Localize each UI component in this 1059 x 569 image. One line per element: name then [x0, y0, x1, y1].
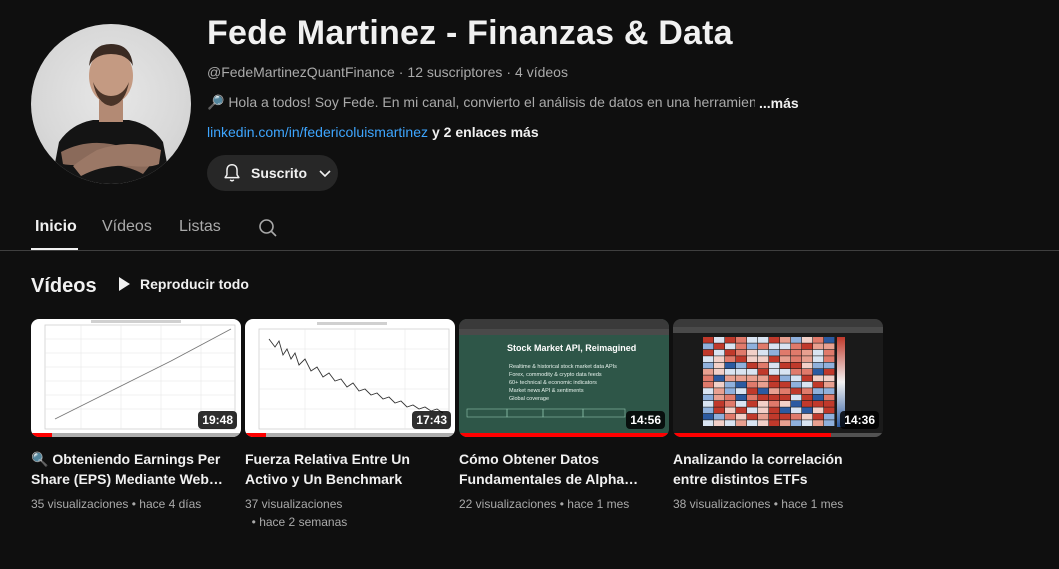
separator-dot: ·	[398, 64, 404, 80]
tab-videos[interactable]: Vídeos	[102, 218, 152, 236]
progress-track	[31, 433, 241, 437]
more-links-button[interactable]: y 2 enlaces más	[432, 124, 539, 140]
section-title: Vídeos	[31, 275, 97, 297]
channel-name: Fede Martinez - Finanzas & Data	[207, 14, 733, 52]
channel-description[interactable]: 🔎 Hola a todos! Soy Fede. En mi canal, c…	[207, 94, 807, 111]
video-title[interactable]: Fuerza Relativa Entre Un Activo y Un Ben…	[245, 449, 445, 489]
video-title[interactable]: Cómo Obtener Datos Fundamentales de Alph…	[459, 449, 659, 489]
video-duration: 19:48	[198, 411, 237, 429]
video-thumbnail[interactable]: 17:43	[245, 319, 455, 437]
thumbnail-heading: Stock Market API, Reimagined	[507, 343, 637, 353]
video-title[interactable]: 🔍 Obteniendo Earnings Per Share (EPS) Me…	[31, 449, 231, 489]
thumbnail-bullet: Forex, commodity & crypto data feeds	[509, 372, 602, 378]
video-thumbnail[interactable]: Stock Market API, Reimagined Realtime & …	[459, 319, 669, 437]
linkedin-link[interactable]: linkedin.com/in/federicoluismartinez	[207, 124, 428, 140]
subscribed-button[interactable]: Suscrito	[207, 155, 338, 191]
video-card[interactable]: 17:43 Fuerza Relativa Entre Un Activo y …	[245, 319, 455, 531]
tab-home[interactable]: Inicio	[35, 218, 77, 236]
channel-avatar[interactable]	[31, 24, 191, 184]
channel-meta: @FedeMartinezQuantFinance · 12 suscriptore…	[207, 64, 568, 80]
progress-track	[245, 433, 455, 437]
video-duration: 14:56	[626, 411, 665, 429]
play-icon	[114, 274, 134, 294]
upload-age: hace 1 mes	[781, 497, 844, 511]
video-meta: 22 visualizaciones • hace 1 mes	[459, 497, 630, 511]
view-count: 35 visualizaciones	[31, 497, 129, 511]
thumbnail-bullet: 60+ technical & economic indicators	[509, 380, 597, 386]
video-card[interactable]: 14:36 Analizando la correlación entre di…	[673, 319, 883, 513]
tab-playlists[interactable]: Listas	[179, 218, 221, 236]
watch-progress-bar	[31, 433, 52, 437]
video-duration: 17:43	[412, 411, 451, 429]
thumbnail-bullet: Global coverage	[509, 396, 550, 402]
video-thumbnail[interactable]: 19:48	[31, 319, 241, 437]
view-count: 37 visualizaciones	[245, 497, 343, 511]
description-more-link[interactable]: ...más	[759, 95, 799, 111]
play-all-label: Reproducir todo	[140, 276, 249, 292]
channel-tabs: Inicio Vídeos Listas	[0, 208, 1059, 251]
subscriber-count: 12 suscriptores	[407, 64, 503, 80]
video-card[interactable]: Stock Market API, Reimagined Realtime & …	[459, 319, 669, 513]
chevron-down-icon	[317, 165, 333, 181]
play-all-button[interactable]: Reproducir todo	[114, 274, 249, 294]
video-meta: 35 visualizaciones • hace 4 días	[31, 497, 202, 511]
video-count: 4 vídeos	[515, 64, 568, 80]
separator-dot: ·	[506, 64, 512, 80]
watch-progress-bar	[245, 433, 266, 437]
video-duration: 14:36	[840, 411, 879, 429]
upload-age: hace 2 semanas	[259, 515, 348, 529]
upload-age: hace 4 días	[139, 497, 202, 511]
upload-age: hace 1 mes	[567, 497, 630, 511]
view-count: 22 visualizaciones	[459, 497, 557, 511]
thumbnail-bullet: Market news API & sentiments	[509, 388, 584, 394]
video-meta: 38 visualizaciones • hace 1 mes	[673, 497, 844, 511]
description-text: 🔎 Hola a todos! Soy Fede. En mi canal, c…	[207, 94, 755, 110]
bell-icon	[221, 162, 243, 184]
video-card[interactable]: 19:48 🔍 Obteniendo Earnings Per Share (E…	[31, 319, 241, 513]
watch-progress-bar	[673, 433, 831, 437]
channel-handle: @FedeMartinezQuantFinance	[207, 64, 395, 80]
video-meta: 37 visualizaciones • hace 2 semanas	[245, 497, 348, 529]
thumbnail-bullet: Realtime & historical stock market data …	[509, 364, 617, 370]
channel-links: linkedin.com/in/federicoluismartinez y 2 …	[207, 124, 539, 140]
video-title[interactable]: Analizando la correlación entre distinto…	[673, 449, 873, 489]
video-thumbnail[interactable]: 14:36	[673, 319, 883, 437]
watch-progress-bar	[459, 433, 669, 437]
thumbnail-bullets: Realtime & historical stock market data …	[509, 363, 617, 403]
subscribed-label: Suscrito	[251, 165, 308, 181]
view-count: 38 visualizaciones	[673, 497, 771, 511]
search-icon[interactable]	[256, 216, 280, 240]
active-tab-indicator	[31, 248, 78, 250]
